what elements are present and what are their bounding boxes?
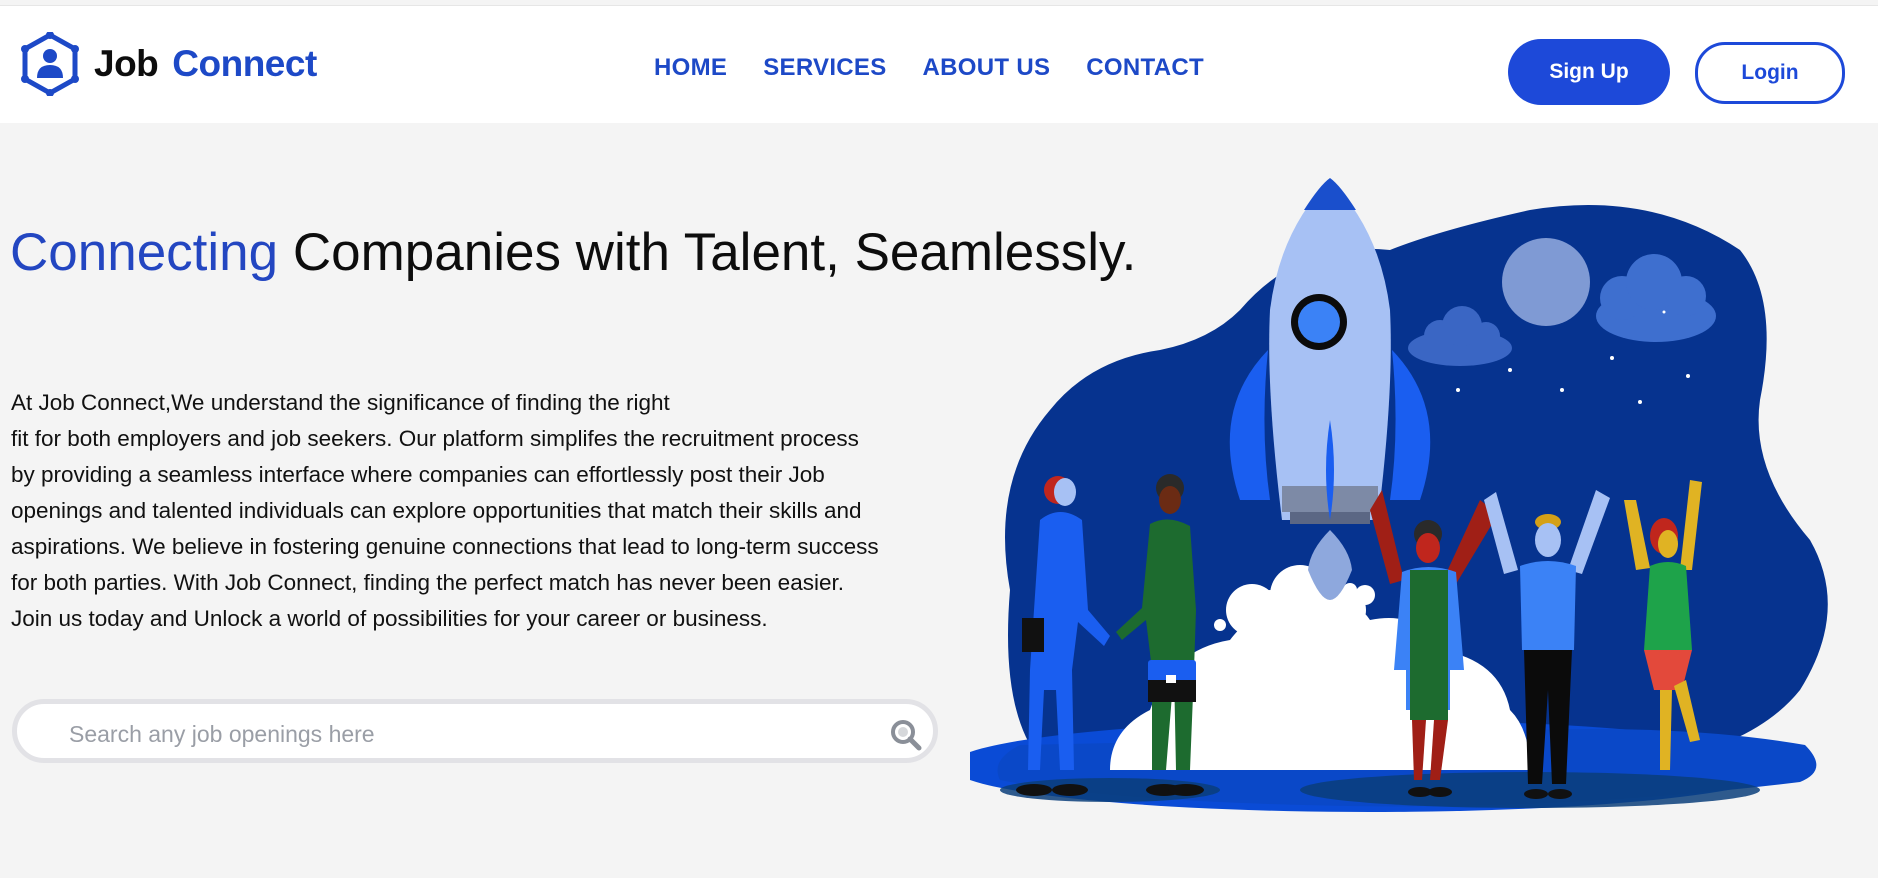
description-line: At Job Connect,We understand the signifi… xyxy=(11,390,670,415)
job-search-bar xyxy=(12,699,938,763)
description-line: Join us today and Unlock a world of poss… xyxy=(11,606,768,631)
logo-text-connect: Connect xyxy=(172,43,317,84)
logo-text-job: Job xyxy=(94,43,159,84)
moon xyxy=(1502,238,1590,326)
nav-about-us[interactable]: ABOUT US xyxy=(923,54,1051,82)
search-icon[interactable] xyxy=(889,718,923,752)
hero-title: Connecting Companies with Talent, Seamle… xyxy=(10,222,1136,283)
nav-home[interactable]: HOME xyxy=(654,54,727,82)
description-line: aspirations. We believe in fostering gen… xyxy=(11,534,879,559)
search-input[interactable] xyxy=(67,716,851,752)
description-line: openings and talented individuals can ex… xyxy=(11,498,862,523)
description-line: for both parties. With Job Connect, find… xyxy=(11,570,844,595)
logo[interactable]: Job Connect xyxy=(20,32,317,96)
main-nav: HOME SERVICES ABOUT US CONTACT xyxy=(654,54,1240,82)
signup-button[interactable]: Sign Up xyxy=(1508,39,1670,105)
hero-title-accent: Connecting xyxy=(10,223,279,282)
nav-services[interactable]: SERVICES xyxy=(763,54,886,82)
navbar: Job Connect HOME SERVICES ABOUT US CONTAC… xyxy=(0,6,1878,123)
hero-description: At Job Connect,We understand the signifi… xyxy=(11,385,951,637)
rocket-launch-team-illustration xyxy=(970,178,1828,812)
login-button[interactable]: Login xyxy=(1695,42,1845,104)
description-line: fit for both employers and job seekers. … xyxy=(11,426,859,451)
nav-contact[interactable]: CONTACT xyxy=(1086,54,1204,82)
logo-icon xyxy=(21,32,79,96)
description-line: by providing a seamless interface where … xyxy=(11,462,825,487)
